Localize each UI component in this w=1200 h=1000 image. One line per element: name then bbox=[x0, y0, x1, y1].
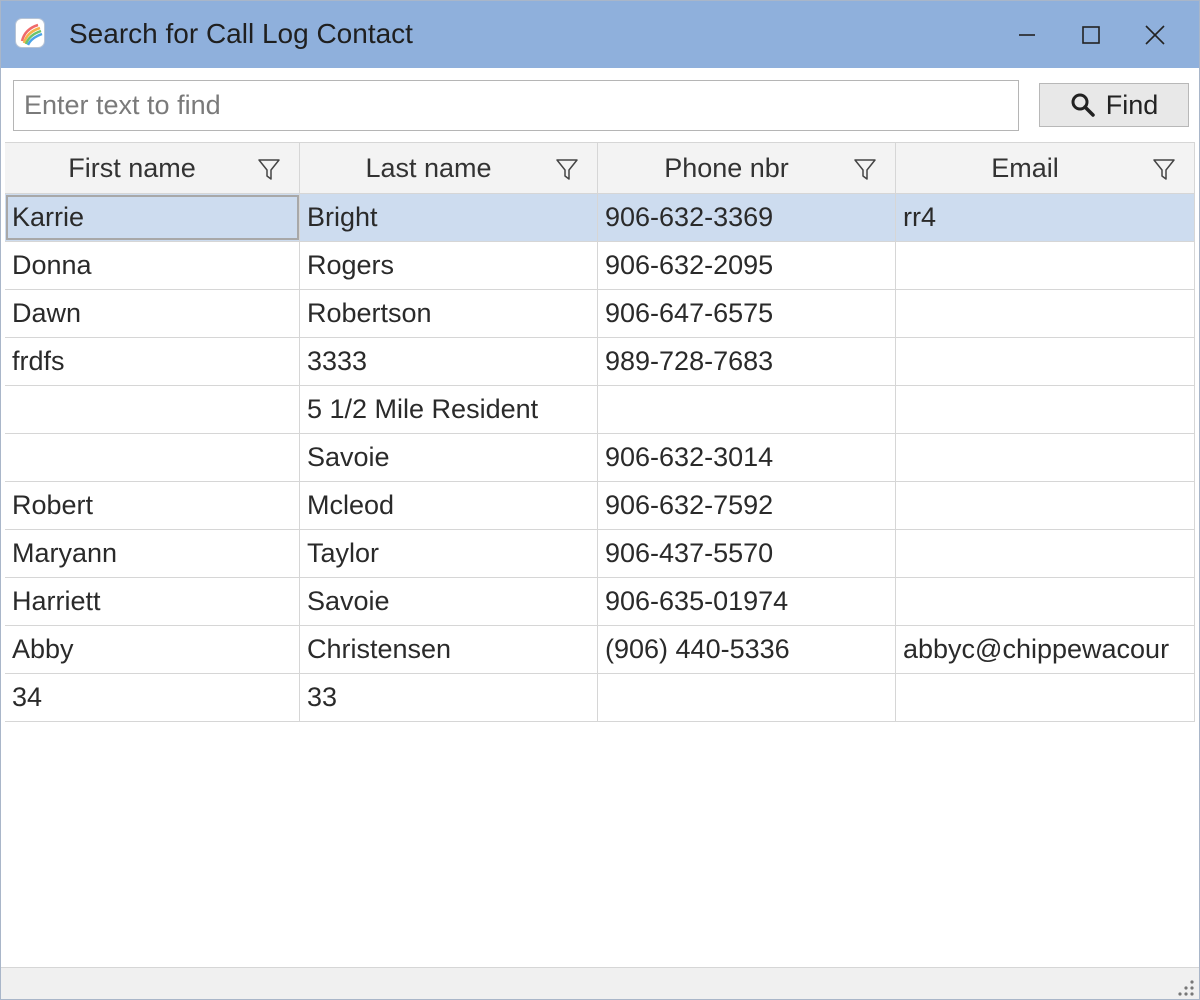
cell-last-name[interactable]: Savoie bbox=[300, 578, 598, 625]
filter-icon[interactable] bbox=[1152, 157, 1176, 181]
search-icon bbox=[1071, 93, 1095, 117]
grid-body: Karrie Bright 906-632-3369 rr4 Donna Rog… bbox=[5, 194, 1195, 722]
cell-email[interactable] bbox=[896, 290, 1195, 337]
cell-email[interactable] bbox=[896, 386, 1195, 433]
cell-first-name[interactable]: Abby bbox=[5, 626, 300, 673]
cell-phone[interactable] bbox=[598, 674, 896, 721]
app-icon bbox=[15, 18, 45, 48]
table-row[interactable]: 5 1/2 Mile Resident bbox=[5, 386, 1195, 434]
maximize-button[interactable] bbox=[1059, 1, 1123, 68]
maximize-icon bbox=[1082, 25, 1100, 44]
grid-header: First name Last name Phone nbr Email bbox=[5, 142, 1195, 194]
table-row[interactable]: Abby Christensen (906) 440-5336 abbyc@ch… bbox=[5, 626, 1195, 674]
cell-last-name[interactable]: Savoie bbox=[300, 434, 598, 481]
cell-email[interactable]: abbyc@chippewacour bbox=[896, 626, 1195, 673]
cell-first-name[interactable]: Karrie bbox=[5, 194, 300, 241]
cell-first-name[interactable]: Harriett bbox=[5, 578, 300, 625]
cell-first-name[interactable] bbox=[5, 434, 300, 481]
cell-last-name[interactable]: Mcleod bbox=[300, 482, 598, 529]
cell-last-name[interactable]: 33 bbox=[300, 674, 598, 721]
cell-phone[interactable]: 906-437-5570 bbox=[598, 530, 896, 577]
cell-phone[interactable]: (906) 440-5336 bbox=[598, 626, 896, 673]
cell-email[interactable] bbox=[896, 482, 1195, 529]
column-header-first-name[interactable]: First name bbox=[5, 143, 300, 193]
table-row[interactable]: Robert Mcleod 906-632-7592 bbox=[5, 482, 1195, 530]
cell-phone[interactable]: 906-632-2095 bbox=[598, 242, 896, 289]
cell-email[interactable] bbox=[896, 434, 1195, 481]
cell-email[interactable]: rr4 bbox=[896, 194, 1195, 241]
cell-first-name[interactable]: Dawn bbox=[5, 290, 300, 337]
table-row[interactable]: Harriett Savoie 906-635-01974 bbox=[5, 578, 1195, 626]
cell-email[interactable] bbox=[896, 578, 1195, 625]
column-header-label: Email bbox=[991, 152, 1059, 183]
cell-phone[interactable]: 906-632-7592 bbox=[598, 482, 896, 529]
cell-email[interactable] bbox=[896, 242, 1195, 289]
search-call-log-contact-window: Search for Call Log Contact Find bbox=[0, 0, 1200, 1000]
cell-first-name[interactable] bbox=[5, 386, 300, 433]
search-input[interactable] bbox=[13, 80, 1019, 131]
resize-grip-icon[interactable] bbox=[1173, 975, 1195, 997]
cell-last-name[interactable]: 3333 bbox=[300, 338, 598, 385]
cell-last-name[interactable]: Taylor bbox=[300, 530, 598, 577]
cell-phone[interactable]: 906-632-3014 bbox=[598, 434, 896, 481]
cell-phone[interactable]: 906-635-01974 bbox=[598, 578, 896, 625]
filter-icon[interactable] bbox=[257, 157, 281, 181]
cell-last-name[interactable]: Christensen bbox=[300, 626, 598, 673]
cell-phone[interactable] bbox=[598, 386, 896, 433]
cell-phone[interactable]: 906-632-3369 bbox=[598, 194, 896, 241]
cell-phone[interactable]: 989-728-7683 bbox=[598, 338, 896, 385]
table-row[interactable]: Dawn Robertson 906-647-6575 bbox=[5, 290, 1195, 338]
cell-email[interactable] bbox=[896, 338, 1195, 385]
table-row[interactable]: Donna Rogers 906-632-2095 bbox=[5, 242, 1195, 290]
filter-icon[interactable] bbox=[853, 157, 877, 181]
cell-last-name[interactable]: 5 1/2 Mile Resident bbox=[300, 386, 598, 433]
column-header-label: Phone nbr bbox=[664, 152, 789, 183]
cell-first-name[interactable]: Robert bbox=[5, 482, 300, 529]
cell-first-name[interactable]: Donna bbox=[5, 242, 300, 289]
cell-first-name[interactable]: Maryann bbox=[5, 530, 300, 577]
minimize-icon bbox=[1019, 33, 1035, 36]
table-row[interactable]: Maryann Taylor 906-437-5570 bbox=[5, 530, 1195, 578]
close-button[interactable] bbox=[1123, 1, 1187, 68]
table-row[interactable]: 34 33 bbox=[5, 674, 1195, 722]
column-header-label: Last name bbox=[365, 152, 492, 183]
column-header-email[interactable]: Email bbox=[896, 143, 1195, 193]
contacts-grid: First name Last name Phone nbr Email Kar… bbox=[5, 142, 1195, 722]
status-bar bbox=[1, 967, 1199, 999]
cell-last-name[interactable]: Bright bbox=[300, 194, 598, 241]
title-bar[interactable]: Search for Call Log Contact bbox=[1, 1, 1199, 68]
cell-first-name[interactable]: 34 bbox=[5, 674, 300, 721]
table-row[interactable]: Savoie 906-632-3014 bbox=[5, 434, 1195, 482]
table-row[interactable]: Karrie Bright 906-632-3369 rr4 bbox=[5, 194, 1195, 242]
find-button-label: Find bbox=[1105, 89, 1159, 120]
cell-phone[interactable]: 906-647-6575 bbox=[598, 290, 896, 337]
minimize-button[interactable] bbox=[995, 1, 1059, 68]
cell-last-name[interactable]: Robertson bbox=[300, 290, 598, 337]
cell-email[interactable] bbox=[896, 674, 1195, 721]
cell-first-name[interactable]: frdfs bbox=[5, 338, 300, 385]
column-header-phone-nbr[interactable]: Phone nbr bbox=[598, 143, 896, 193]
close-icon bbox=[1145, 24, 1165, 45]
column-header-label: First name bbox=[68, 152, 196, 183]
column-header-last-name[interactable]: Last name bbox=[300, 143, 598, 193]
filter-icon[interactable] bbox=[555, 157, 579, 181]
cell-last-name[interactable]: Rogers bbox=[300, 242, 598, 289]
table-row[interactable]: frdfs 3333 989-728-7683 bbox=[5, 338, 1195, 386]
cell-email[interactable] bbox=[896, 530, 1195, 577]
window-title: Search for Call Log Contact bbox=[69, 18, 413, 49]
find-button[interactable]: Find bbox=[1039, 83, 1189, 127]
